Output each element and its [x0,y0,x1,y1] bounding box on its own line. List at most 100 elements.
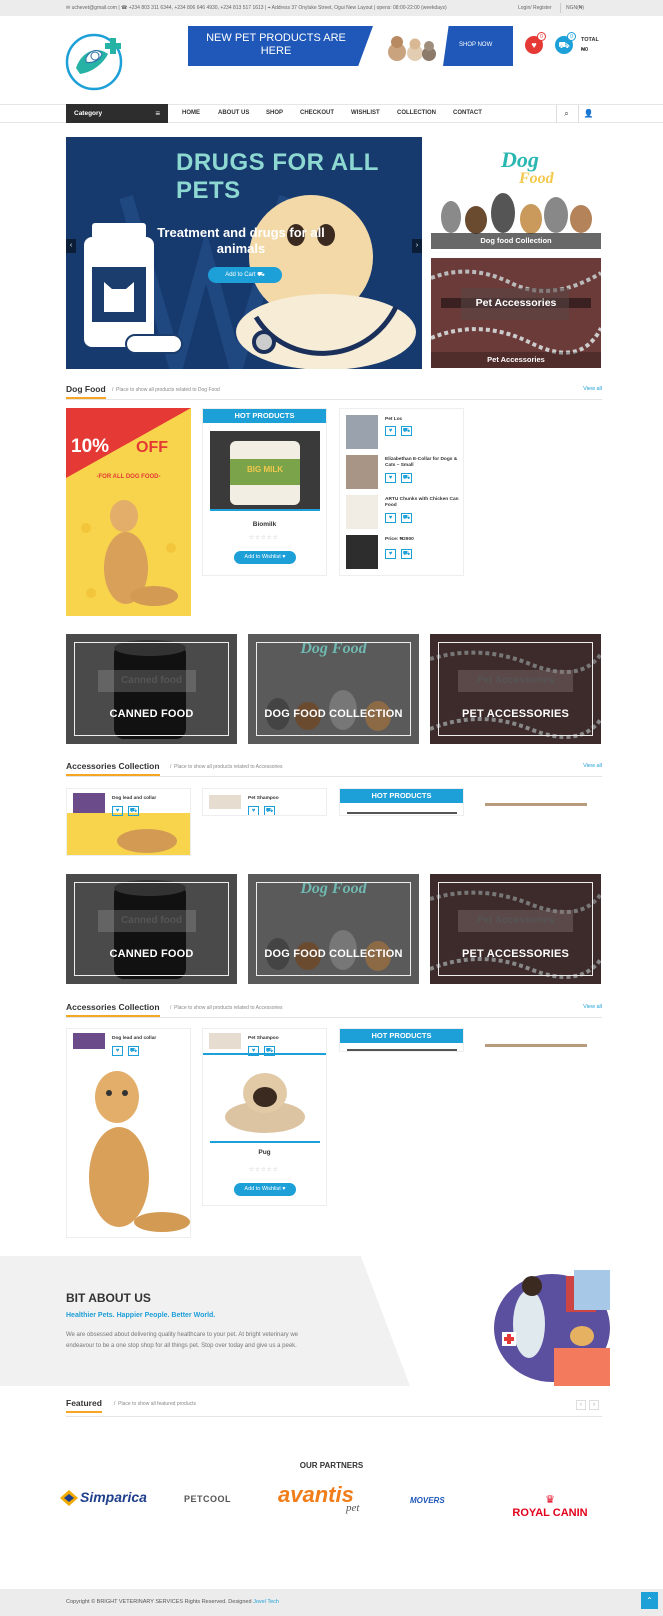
product-name[interactable]: Dog lead and collar [112,1036,190,1042]
product-thumb[interactable] [346,495,378,529]
canned-food-tile[interactable]: Canned food CANNED FOOD [66,874,237,984]
banner-text: NEW PET PRODUCTS ARE HERE [206,32,346,57]
product-name[interactable]: ARTU Chunks with Chicken Can Food [385,497,459,509]
hero-cta-label: Add to Cart [225,272,256,278]
heart-icon[interactable]: ♥ [385,473,396,483]
add-user-icon[interactable]: 👤 [578,105,598,123]
product-name[interactable]: Dog lead and collar [112,796,190,802]
nav-collection[interactable]: COLLECTION [397,104,436,123]
nav-wishlist[interactable]: WISHLIST [351,104,380,123]
nav-about-us[interactable]: ABOUT US [218,104,249,123]
hot-products-card[interactable]: HOT PRODUCTS [339,1028,464,1052]
pug-hot-card[interactable]: Pet Shampoo ♥ ⛟ Pug ☆☆☆☆☆ Add to Wishlis… [202,1028,327,1206]
rating-stars: ☆☆☆☆☆ [249,535,279,541]
featured-prev-arrow[interactable]: ‹ [576,1400,586,1410]
cart-icon[interactable]: ⛟ [128,1046,139,1056]
view-all-link[interactable]: View all [583,386,602,392]
add-to-wishlist-button[interactable]: Add to Wishlist ♥ [234,551,296,564]
partners-title: OUR PARTNERS [299,1461,364,1470]
cart-icon[interactable]: ⛟ [401,473,412,483]
login-register-link[interactable]: Login/ Register [518,5,552,11]
shop-now-button[interactable]: SHOP NOW [443,26,513,66]
product-list: Pet Loc ♥ ⛟ Elizabethan E-Collar for Dog… [339,408,464,576]
product-name[interactable]: Biomilk [203,521,326,528]
product-thumb[interactable] [73,1033,105,1049]
tile-frame [438,882,593,976]
product-name[interactable]: Pug [203,1149,326,1156]
pet-accessories-tile[interactable]: Pet Accessories Pet Accessories [431,258,601,368]
hot-products-heading: HOT PRODUCTS [340,1029,463,1043]
dog-food-collection-tile[interactable]: Dog Food DOG FOOD COLLECTION [248,874,419,984]
email-text[interactable]: uchevet@gmail.com [72,5,117,11]
dog-food-collection-title: DOG FOOD COLLECTION [264,708,403,720]
search-icon[interactable]: ⌕ [556,105,576,123]
cart-icon[interactable]: ⛟ [401,549,412,559]
section-title: Dog Food [66,384,106,399]
product-thumb[interactable] [209,795,241,809]
product-name[interactable]: Pet Shampoo [248,1036,326,1042]
product-thumb[interactable] [346,415,378,449]
hero-slider[interactable]: DRUGS FOR ALL PETS Treatment and drugs f… [66,137,422,369]
nav-home[interactable]: HOME [182,104,200,123]
site-logo[interactable] [64,28,130,92]
designer-link[interactable]: Jovel Tech [253,1599,279,1605]
heart-icon[interactable]: ♥ [385,426,396,436]
product-name[interactable]: Pet Shampoo [248,796,326,802]
nav-shop[interactable]: SHOP [266,104,283,123]
hot-products-card[interactable]: HOT PRODUCTS BIG MILK Biomilk ☆☆☆☆☆ Add … [202,408,327,576]
hero-add-to-cart-button[interactable]: Add to Cart ⛟ [208,267,282,283]
about-title: BIT ABOUT US [66,1291,151,1305]
dog-food-collection-tile[interactable]: Dog Food Dog food Collection [431,137,601,249]
product-name[interactable]: Pet Loc [385,417,459,423]
promo-banner[interactable]: NEW PET PRODUCTS ARE HERE SHOP NOW [188,26,513,66]
heart-icon[interactable]: ♥ [112,1046,123,1056]
product-thumb[interactable] [209,1033,241,1049]
petcool-logo[interactable]: PETCOOL [184,1494,231,1504]
canned-food-tile[interactable]: Canned food CANNED FOOD [66,634,237,744]
hot-products-card[interactable]: HOT PRODUCTS [339,788,464,816]
petcool-logo-text: PETCOOL [184,1494,232,1504]
movers-logo[interactable]: MOVERS [410,1496,445,1505]
slider-next-arrow[interactable]: › [412,239,422,253]
section-desc: / Place to show all products related to … [112,387,220,393]
cart-icon[interactable]: ⛟ [401,426,412,436]
cart-icon[interactable]: ⛟ [264,806,275,815]
product-thumb[interactable] [346,535,378,569]
dog-image [117,829,177,853]
product-thumb[interactable] [73,793,105,813]
add-to-wishlist-button[interactable]: Add to Wishlist ♥ [234,1183,296,1196]
view-all-link[interactable]: View all [583,763,602,769]
product-name[interactable]: Elizabethan E-Collar for Dogs & Cats – S… [385,457,459,469]
accessory-card[interactable]: Dog lead and collar ♥ ⛟ [66,1028,191,1238]
divider [485,1044,587,1047]
heart-icon[interactable]: ♥ [385,513,396,523]
product-thumb[interactable] [346,455,378,489]
currency-selector[interactable]: NGN(₦) [566,5,584,11]
heart-icon[interactable]: ♥ [248,806,259,815]
promo-off: OFF [136,439,168,456]
cart-icon[interactable]: ⛟ [401,513,412,523]
simparica-logo[interactable]: Simparica [60,1488,147,1510]
pet-accessories-tile[interactable]: Pet Accessories PET ACCESSORIES [430,874,601,984]
heart-icon[interactable]: ♥ [385,549,396,559]
hot-products-heading: HOT PRODUCTS [340,789,463,803]
accessory-card[interactable]: Dog lead and collar ♥ ⛟ [66,788,191,856]
avantis-logo[interactable]: avantis pet [278,1482,368,1516]
nav-contact[interactable]: CONTACT [453,104,482,123]
section-title: Accessories Collection [66,761,160,776]
view-all-link[interactable]: View all [583,1004,602,1010]
featured-next-arrow[interactable]: › [589,1400,599,1410]
discount-promo[interactable]: 10% OFF -FOR ALL DOG FOOD- [66,408,191,616]
accessory-card[interactable]: Pet Shampoo ♥ ⛟ [202,788,327,816]
scroll-top-button[interactable]: ⌃ [641,1592,658,1609]
category-menu-button[interactable]: Category ≡ [66,104,168,123]
hero-title: DRUGS FOR ALL PETS [176,149,379,204]
pet-accessories-tile[interactable]: Pet Accessories PET ACCESSORIES [430,634,601,744]
dog-food-collection-tile[interactable]: Dog Food DOG FOOD COLLECTION [248,634,419,744]
total-label: TOTAL [581,37,599,43]
email-icon: ✉ [66,5,71,11]
promo-percent: 10% [71,436,110,457]
nav-checkout[interactable]: CHECKOUT [300,104,334,123]
slider-prev-arrow[interactable]: ‹ [66,239,76,253]
royal-canin-logo[interactable]: ♛ ROYAL CANIN [510,1494,590,1524]
